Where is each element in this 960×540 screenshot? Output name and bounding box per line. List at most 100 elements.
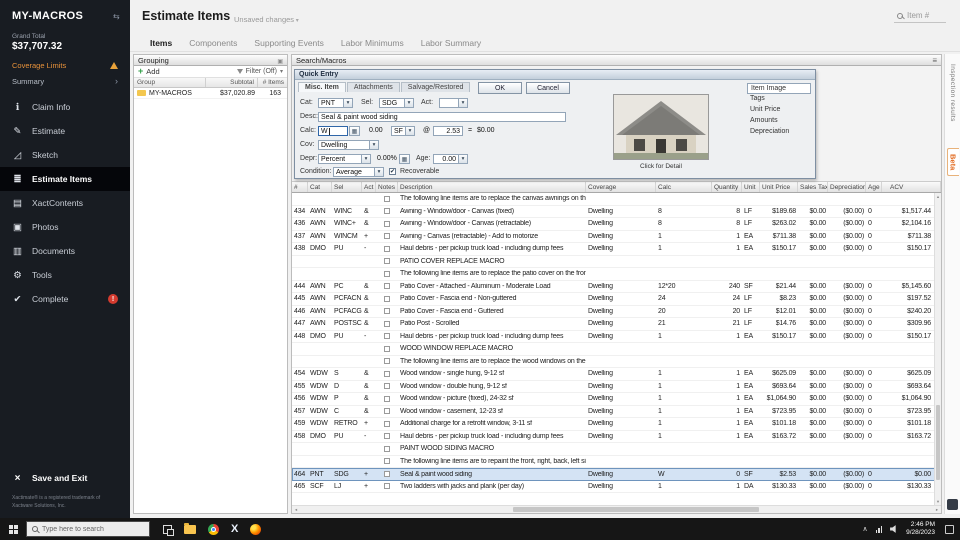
age-input[interactable]: 0.00	[433, 154, 459, 164]
note-row[interactable]: The following line items are to replace …	[292, 268, 941, 281]
note-checkbox[interactable]	[384, 220, 390, 227]
item-row[interactable]: 459 WDW RETRO + Additional charge for a retr…	[292, 418, 941, 431]
cat-input[interactable]: PNT	[318, 98, 344, 108]
quick-entry-tab-misc-item[interactable]: Misc. Item	[298, 82, 346, 92]
sel-input[interactable]: SDG	[379, 98, 405, 108]
unit-price-input[interactable]: 2.53	[433, 126, 463, 136]
detail-tab-amounts[interactable]: Amounts	[747, 116, 811, 127]
item-row[interactable]: 457 WDW C & Wood window - casement, 12-23 sf…	[292, 405, 941, 418]
inspection-results-tab[interactable]: Inspection results	[949, 64, 956, 122]
depreciation-calculator-button[interactable]	[399, 154, 410, 164]
note-row[interactable]: WOOD WINDOW REPLACE MACRO	[292, 343, 941, 356]
detail-tab-depreciation[interactable]: Depreciation	[747, 127, 811, 138]
note-checkbox[interactable]	[384, 245, 390, 252]
note-checkbox[interactable]	[384, 420, 390, 427]
note-checkbox[interactable]	[384, 395, 390, 402]
sidebar-item-complete[interactable]: ✔ Complete!	[0, 287, 130, 311]
cancel-button[interactable]: Cancel	[526, 82, 570, 94]
desc-input[interactable]: Seal & paint wood siding	[318, 112, 566, 122]
filter-button[interactable]: Filter (Off)	[236, 68, 283, 75]
item-row[interactable]: 456 WDW P & Wood window - picture (fixed), 2…	[292, 393, 941, 406]
click-for-detail-link[interactable]: Click for Detail	[613, 163, 709, 170]
tab-supporting-events[interactable]: Supporting Events	[254, 38, 323, 48]
scroll-left-icon[interactable]	[292, 506, 300, 513]
note-row[interactable]: PATIO COVER REPLACE MACRO	[292, 255, 941, 268]
note-checkbox[interactable]	[384, 270, 390, 277]
note-checkbox[interactable]	[384, 408, 390, 415]
summary-link[interactable]: Summary	[0, 70, 130, 86]
note-row[interactable]: The following line items are to replace …	[292, 193, 941, 206]
item-row[interactable]: 436 AWN WINC+ & Awning - Window/door - Canva…	[292, 218, 941, 231]
note-checkbox[interactable]	[384, 471, 390, 478]
item-row[interactable]: 445 AWN PCFACN & Patio Cover - Fascia end - …	[292, 293, 941, 306]
item-row[interactable]: 437 AWN WINCM + Awning - Canvas (retractable…	[292, 230, 941, 243]
item-row[interactable]: 465 SCF LJ + Two ladders with jacks and plan…	[292, 480, 941, 493]
item-row[interactable]: 438 DMO PU - Haul debris - per pickup truck …	[292, 243, 941, 256]
menu-icon[interactable]	[932, 56, 937, 65]
calculator-button[interactable]	[349, 126, 360, 136]
item-row[interactable]: 448 DMO PU - Haul debris - per pickup truck …	[292, 330, 941, 343]
column-header-sel[interactable]: Sel	[332, 182, 362, 192]
column-header-age[interactable]: Age	[866, 182, 882, 192]
sidebar-item-documents[interactable]: ▥ Documents	[0, 239, 130, 263]
act-dropdown-button[interactable]	[459, 98, 468, 108]
coverage-dropdown-button[interactable]	[370, 140, 379, 150]
column-header-unit-price[interactable]: Unit Price	[760, 182, 798, 192]
sidebar-item-tools[interactable]: ⚙ Tools	[0, 263, 130, 287]
cat-dropdown-button[interactable]	[344, 98, 353, 108]
item-row[interactable]: 444 AWN PC & Patio Cover - Attached - Alumin…	[292, 280, 941, 293]
note-checkbox[interactable]	[384, 483, 390, 490]
tab-labor-summary[interactable]: Labor Summary	[421, 38, 481, 48]
note-checkbox[interactable]	[384, 370, 390, 377]
item-row[interactable]: 464 PNT SDG + Seal & paint wood siding Dwelli…	[292, 468, 941, 481]
item-preview-image[interactable]	[613, 94, 709, 160]
note-checkbox[interactable]	[384, 345, 390, 352]
file-explorer-icon[interactable]	[184, 522, 196, 534]
sidebar-item-photos[interactable]: ▣ Photos	[0, 215, 130, 239]
note-checkbox[interactable]	[384, 358, 390, 365]
add-group-button[interactable]: Add	[146, 67, 159, 76]
column-header-cat[interactable]: Cat	[308, 182, 332, 192]
note-checkbox[interactable]	[384, 295, 390, 302]
note-row[interactable]: The following line items are to replace …	[292, 355, 941, 368]
scroll-up-icon[interactable]	[935, 193, 941, 200]
column-header-quantity[interactable]: Quantity	[712, 182, 742, 192]
coverage-select[interactable]: Dwelling	[318, 140, 370, 150]
grouping-column-items[interactable]: # Items	[258, 78, 287, 87]
xactimate-icon[interactable]	[231, 524, 238, 535]
sidebar-item-estimate[interactable]: ✎ Estimate	[0, 119, 130, 143]
note-checkbox[interactable]	[384, 458, 390, 465]
grouping-row[interactable]: MY-MACROS $37,020.89 163	[134, 88, 287, 99]
unit-input[interactable]: SF	[391, 126, 406, 136]
detail-tab-item-image[interactable]: Item Image	[747, 83, 811, 94]
calc-input[interactable]: W	[318, 126, 348, 136]
quick-entry-tab-attachments[interactable]: Attachments	[346, 82, 400, 92]
act-input[interactable]	[439, 98, 459, 108]
grouping-column-group[interactable]: Group	[134, 78, 206, 87]
note-checkbox[interactable]	[384, 445, 390, 452]
note-checkbox[interactable]	[384, 208, 390, 215]
item-row[interactable]: 458 DMO PU - Haul debris - per pickup truck …	[292, 430, 941, 443]
detail-tab-unit-price[interactable]: Unit Price	[747, 105, 811, 116]
unsaved-changes-dropdown[interactable]: Unsaved changes	[234, 15, 299, 24]
column-header-coverage[interactable]: Coverage	[586, 182, 656, 192]
column-header-[interactable]: #	[292, 182, 308, 192]
note-checkbox[interactable]	[384, 333, 390, 340]
note-checkbox[interactable]	[384, 233, 390, 240]
age-dropdown-button[interactable]	[459, 154, 468, 164]
note-checkbox[interactable]	[384, 433, 390, 440]
vertical-scrollbar[interactable]	[934, 193, 941, 505]
network-icon[interactable]	[875, 525, 883, 533]
item-row[interactable]: 454 WDW S & Wood window - single hung, 9-12 …	[292, 368, 941, 381]
unit-dropdown-button[interactable]	[406, 126, 415, 136]
item-row[interactable]: 446 AWN PCFACG & Patio Cover - Fascia end - …	[292, 305, 941, 318]
panel-options-icon[interactable]	[277, 56, 283, 65]
clock[interactable]: 2:46 PM 9/28/2023	[906, 521, 935, 538]
show-hidden-icons-icon[interactable]	[862, 525, 867, 533]
task-view-icon[interactable]	[163, 524, 174, 536]
column-header-depreciation[interactable]: Depreciation	[828, 182, 866, 192]
chrome-icon[interactable]	[208, 523, 219, 535]
horizontal-scrollbar[interactable]	[292, 505, 941, 513]
scrollbar-thumb[interactable]	[512, 507, 760, 512]
item-row[interactable]: 455 WDW D & Wood window - double hung, 9-12 …	[292, 380, 941, 393]
